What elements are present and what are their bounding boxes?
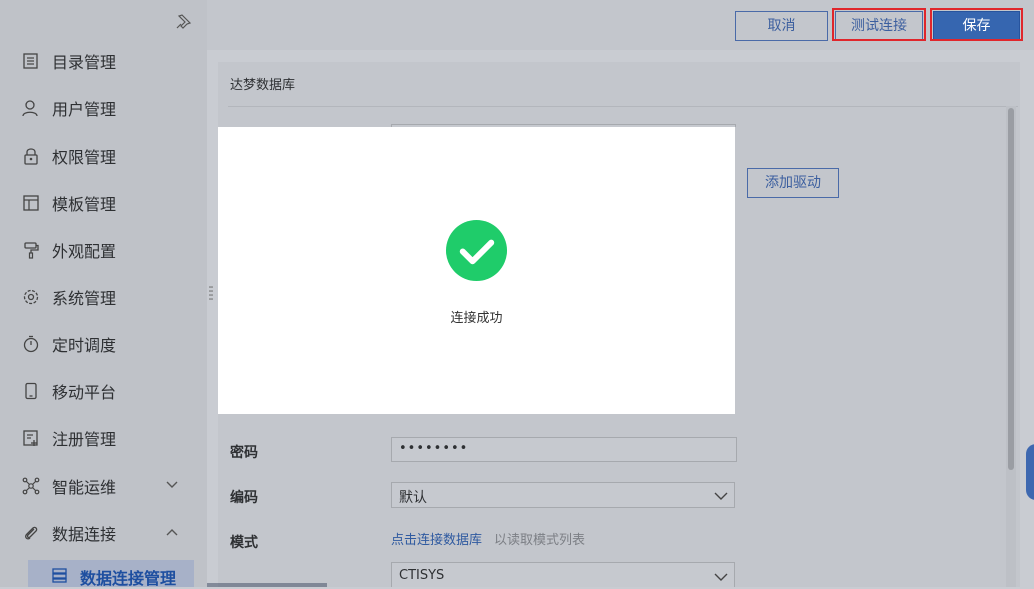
paperclip-icon <box>25 526 38 540</box>
database-icon <box>52 568 67 583</box>
sidebar-item-permissions[interactable]: 权限管理 <box>0 135 207 175</box>
highlight-test-connection <box>832 8 926 41</box>
paint-roller-icon <box>24 242 39 259</box>
sidebar: 目录管理 用户管理 权限管理 模板管理 外观配置 系统管理 定时调度 移动平台 … <box>0 0 207 588</box>
sidebar-item-data-connection[interactable]: 数据连接 <box>0 512 207 552</box>
sidebar-item-catalog[interactable]: 目录管理 <box>0 40 207 80</box>
scrollbar-thumb[interactable] <box>1008 108 1014 470</box>
sidebar-item-users[interactable]: 用户管理 <box>0 87 207 127</box>
chevron-down-icon <box>714 573 728 581</box>
cancel-button[interactable]: 取消 <box>735 11 828 41</box>
encoding-value: 默认 <box>399 490 427 506</box>
catalog-icon <box>23 53 38 69</box>
sidebar-item-label: 外观配置 <box>52 242 117 261</box>
sidebar-item-appearance[interactable]: 外观配置 <box>0 229 207 269</box>
sidebar-item-label: 定时调度 <box>52 336 117 355</box>
chevron-up-icon <box>166 529 178 536</box>
network-icon <box>22 477 40 495</box>
sidebar-item-label: 模板管理 <box>52 195 117 214</box>
schema-select[interactable]: CTISYS <box>391 562 735 587</box>
mode-label: 模式 <box>230 535 258 551</box>
sidebar-item-label: 数据连接 <box>52 525 117 544</box>
bottom-edge-bar <box>207 583 327 587</box>
highlight-save <box>930 8 1023 41</box>
encoding-label: 编码 <box>230 490 258 506</box>
pin-icon[interactable] <box>176 13 192 29</box>
sidebar-item-label: 智能运维 <box>52 478 117 497</box>
sidebar-item-label: 系统管理 <box>52 289 117 308</box>
lock-icon <box>24 148 38 165</box>
app-root: 目录管理 用户管理 权限管理 模板管理 外观配置 系统管理 定时调度 移动平台 … <box>0 0 1034 588</box>
sidebar-item-mobile[interactable]: 移动平台 <box>0 370 207 410</box>
connect-database-link[interactable]: 点击连接数据库 <box>391 529 482 548</box>
password-value: •••••••• <box>399 441 469 456</box>
sidebar-item-ops[interactable]: 智能运维 <box>0 465 207 505</box>
check-circle-icon <box>445 219 508 282</box>
timer-icon <box>23 335 39 353</box>
sidebar-item-label: 用户管理 <box>52 100 117 119</box>
sidebar-item-label: 目录管理 <box>52 53 117 72</box>
gear-icon <box>23 289 39 305</box>
encoding-select[interactable]: 默认 <box>391 482 735 508</box>
sidebar-item-system[interactable]: 系统管理 <box>0 276 207 316</box>
password-label: 密码 <box>230 445 258 461</box>
schema-value: CTISYS <box>399 568 445 583</box>
password-field[interactable]: •••••••• <box>391 437 737 462</box>
chevron-down-icon <box>166 481 178 488</box>
floating-helper-tab[interactable] <box>1026 444 1034 500</box>
sidebar-item-templates[interactable]: 模板管理 <box>0 182 207 222</box>
sidebar-subitem-label: 数据连接管理 <box>80 569 177 588</box>
user-icon <box>22 100 38 117</box>
mode-hint: 以读取模式列表 <box>494 533 586 548</box>
panel-title: 达梦数据库 <box>230 78 296 93</box>
mobile-icon <box>25 382 37 400</box>
resize-handle[interactable] <box>209 285 213 301</box>
sidebar-subitem-data-connection-management[interactable]: 数据连接管理 <box>28 560 194 588</box>
success-dialog: 连接成功 <box>218 127 735 414</box>
chevron-down-icon <box>714 492 728 500</box>
sidebar-item-schedule[interactable]: 定时调度 <box>0 323 207 363</box>
template-icon <box>23 195 39 211</box>
add-driver-button[interactable]: 添加驱动 <box>747 168 839 198</box>
sidebar-item-register[interactable]: 注册管理 <box>0 417 207 457</box>
sidebar-item-label: 注册管理 <box>52 430 117 449</box>
sidebar-item-label: 权限管理 <box>52 148 117 167</box>
divider <box>228 106 1018 107</box>
register-icon <box>23 430 38 446</box>
success-message: 连接成功 <box>450 311 503 326</box>
sidebar-item-label: 移动平台 <box>52 383 117 402</box>
